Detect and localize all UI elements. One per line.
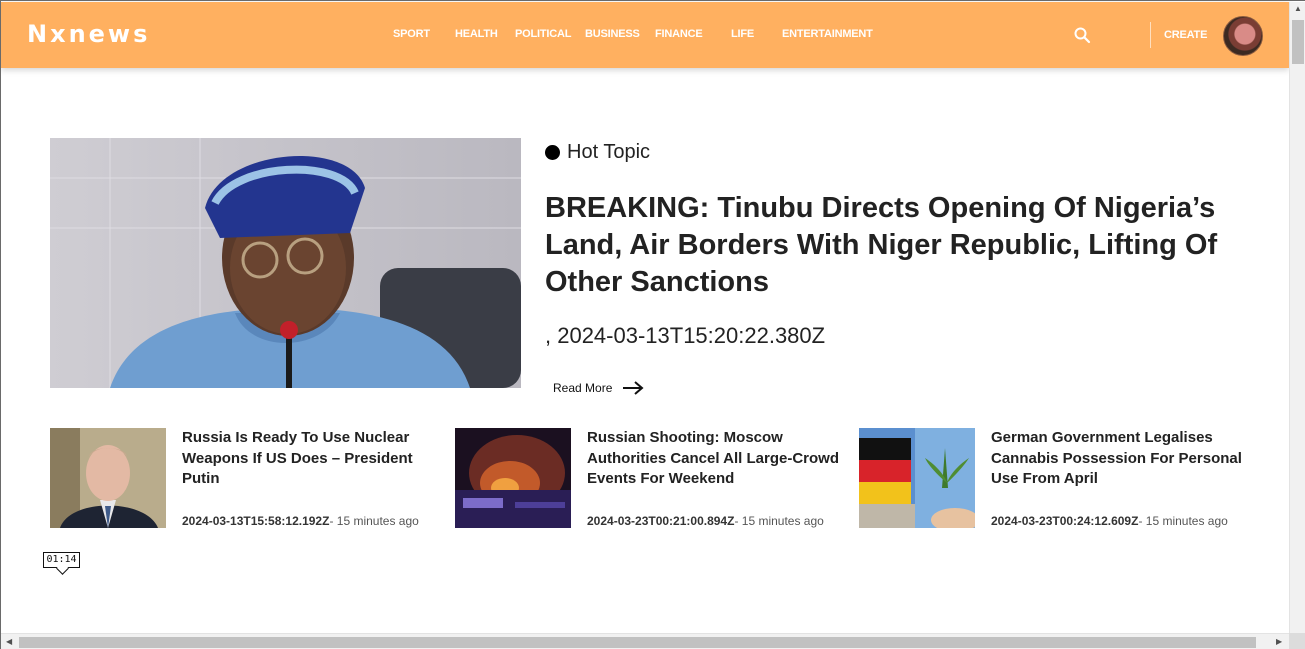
site-logo[interactable]: Nxnews	[27, 20, 150, 48]
hero-headline[interactable]: BREAKING: Tinubu Directs Opening Of Nige…	[545, 190, 1225, 301]
nav-item-entertainment[interactable]: ENTERTAINMENT	[782, 28, 873, 40]
vertical-scroll-thumb[interactable]	[1292, 20, 1304, 64]
nav-item-political[interactable]: POLITICAL	[515, 28, 571, 40]
article-timestamp: 2024-03-23T00:24:12.609Z	[991, 514, 1139, 528]
article-card[interactable]: Russia Is Ready To Use Nuclear Weapons I…	[50, 428, 440, 528]
nav-item-business[interactable]: BUSINESS	[585, 28, 640, 40]
timer-tooltip: 01:14	[43, 552, 80, 568]
article-title[interactable]: Russia Is Ready To Use Nuclear Weapons I…	[182, 428, 442, 490]
nav-item-life[interactable]: LIFE	[731, 28, 754, 40]
horizontal-scrollbar[interactable]: ◀ ▶	[1, 633, 1289, 649]
article-meta: 2024-03-23T00:24:12.609Z- 15 minutes ago	[991, 514, 1228, 528]
hot-topic-badge: Hot Topic	[545, 141, 650, 164]
article-card[interactable]: German Government Legalises Cannabis Pos…	[859, 428, 1249, 528]
scrollbar-corner	[1289, 633, 1305, 649]
article-card[interactable]: Russian Shooting: Moscow Authorities Can…	[455, 428, 845, 528]
article-timestamp: 2024-03-13T15:58:12.192Z	[182, 514, 330, 528]
nav-item-finance[interactable]: FINANCE	[655, 28, 703, 40]
hot-topic-label: Hot Topic	[567, 141, 651, 163]
article-thumbnail[interactable]	[859, 428, 975, 528]
hero-image[interactable]	[50, 138, 521, 388]
read-more-label: Read More	[553, 381, 613, 395]
scroll-left-icon[interactable]: ◀	[6, 637, 12, 646]
scroll-up-icon[interactable]: ▲	[1294, 4, 1302, 13]
hero-date: , 2024-03-13T15:20:22.380Z	[545, 323, 826, 348]
create-button[interactable]: CREATE	[1164, 29, 1207, 41]
article-thumbnail[interactable]	[455, 428, 571, 528]
article-title[interactable]: Russian Shooting: Moscow Authorities Can…	[587, 428, 847, 490]
read-more-link[interactable]: Read More	[553, 381, 644, 395]
vertical-scrollbar[interactable]: ▲	[1289, 2, 1305, 634]
site-header: Nxnews SPORT HEALTH POLITICAL BUSINESS F…	[1, 2, 1289, 68]
moon-icon[interactable]	[1117, 26, 1135, 44]
article-meta: 2024-03-23T00:21:00.894Z- 15 minutes ago	[587, 514, 824, 528]
header-divider	[1150, 22, 1151, 48]
dot-icon	[545, 145, 560, 160]
article-title[interactable]: German Government Legalises Cannabis Pos…	[991, 428, 1251, 490]
article-thumbnail[interactable]	[50, 428, 166, 528]
nav-item-sport[interactable]: SPORT	[393, 28, 430, 40]
article-relative-time: - 15 minutes ago	[1138, 514, 1228, 528]
arrow-right-icon	[623, 381, 644, 395]
avatar[interactable]	[1223, 16, 1263, 56]
article-timestamp: 2024-03-23T00:21:00.894Z	[587, 514, 735, 528]
article-meta: 2024-03-13T15:58:12.192Z- 15 minutes ago	[182, 514, 419, 528]
nav-item-health[interactable]: HEALTH	[455, 28, 498, 40]
search-icon[interactable]	[1073, 26, 1091, 44]
article-relative-time: - 15 minutes ago	[734, 514, 824, 528]
horizontal-scroll-thumb[interactable]	[19, 637, 1256, 648]
article-relative-time: - 15 minutes ago	[329, 514, 419, 528]
scroll-right-icon[interactable]: ▶	[1276, 637, 1282, 646]
browser-viewport: Nxnews SPORT HEALTH POLITICAL BUSINESS F…	[0, 0, 1305, 649]
